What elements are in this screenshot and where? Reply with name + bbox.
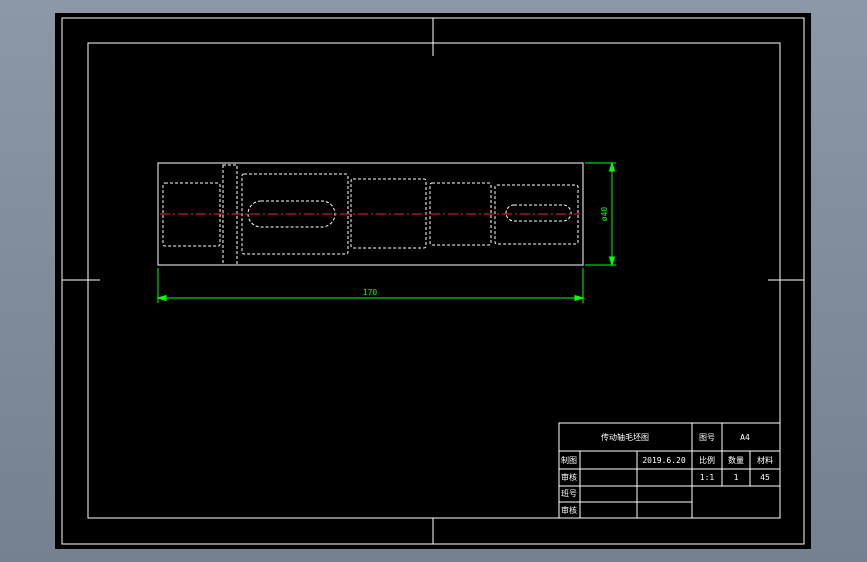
part-name: 传动轴毛坯图 xyxy=(601,432,649,442)
cad-drawing: 170 ø40 传动轴毛坯图 图号 A4 制图 2019.6.20 比例 数量 … xyxy=(55,13,811,549)
check-label: 审核 xyxy=(561,472,577,482)
scale-value: 1:1 xyxy=(700,473,715,482)
scale-label: 比例 xyxy=(699,455,715,465)
material-label: 材料 xyxy=(757,455,773,465)
quantity-value: 1 xyxy=(734,473,739,482)
drawing-no-value: A4 xyxy=(740,433,750,442)
draw-label: 制图 xyxy=(561,455,577,465)
date: 2019.6.20 xyxy=(642,456,686,465)
diameter-dimension-text: ø40 xyxy=(600,207,609,222)
drawing-no-label: 图号 xyxy=(699,433,715,442)
length-dimension-text: 170 xyxy=(363,288,378,297)
material-value: 45 xyxy=(760,473,770,482)
quantity-label: 数量 xyxy=(728,455,744,465)
approve-label: 审核 xyxy=(561,505,577,515)
class-label: 班号 xyxy=(561,488,577,498)
